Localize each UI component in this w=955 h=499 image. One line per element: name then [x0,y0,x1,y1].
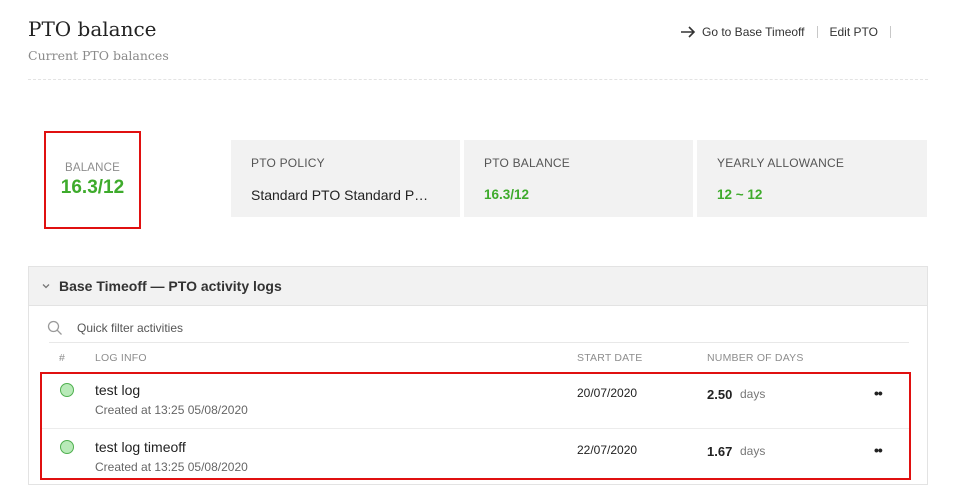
col-index: # [59,352,66,364]
pto-policy-value: Standard PTO Standard P… [251,187,429,203]
yearly-allowance-label: YEARLY ALLOWANCE [717,156,845,170]
status-dot [60,383,74,397]
log-days-unit: days [740,444,766,458]
more-options-icon[interactable]: •• [874,385,883,401]
pto-balance-value: 16.3/12 [484,187,530,202]
yearly-allowance-card: YEARLY ALLOWANCE 12 ~ 12 [697,140,927,217]
balance-label: BALANCE [64,161,121,174]
log-start-date: 20/07/2020 [577,386,638,400]
balance-value: 16.3/12 [60,176,125,198]
pto-policy-label: PTO POLICY [251,156,325,170]
header-divider [28,79,928,80]
log-days-value: 1.67 [707,444,733,459]
page-subtitle: Current PTO balances [28,48,169,63]
log-start-date: 22/07/2020 [577,443,638,457]
page-title: PTO balance [28,17,157,41]
col-log-info: LOG INFO [95,352,147,364]
chevron-down-icon [42,284,50,289]
go-to-base-timeoff-link[interactable]: Go to Base Timeoff [680,25,805,39]
log-created-at: Created at 13:25 05/08/2020 [95,460,248,474]
divider [889,26,891,38]
activity-logs-header[interactable]: Base Timeoff — PTO activity logs [29,267,927,306]
header-actions: Go to Base Timeoff Edit PTO [680,25,903,39]
pto-policy-card: PTO POLICY Standard PTO Standard P… [231,140,460,217]
pto-balance-label: PTO BALANCE [484,156,571,170]
log-created-at: Created at 13:25 05/08/2020 [95,403,248,417]
edit-pto-label: Edit PTO [829,25,878,39]
col-start-date: START DATE [577,352,643,364]
yearly-allowance-value: 12 ~ 12 [717,187,763,202]
log-rows: test log Created at 13:25 05/08/2020 20/… [40,372,911,480]
search-icon [47,320,62,335]
col-number-of-days: NUMBER OF DAYS [707,352,804,364]
status-dot [60,440,74,454]
table-row[interactable]: test log Created at 13:25 05/08/2020 20/… [42,374,909,426]
log-title: test log [95,382,141,398]
table-header: # LOG INFO START DATE NUMBER OF DAYS [49,342,909,372]
pto-balance-card: PTO BALANCE 16.3/12 [464,140,693,217]
divider [816,26,818,38]
more-options-icon[interactable]: •• [874,442,883,458]
go-to-base-timeoff-label: Go to Base Timeoff [702,25,805,39]
quick-filter-input[interactable] [77,321,677,335]
table-row[interactable]: test log timeoff Created at 13:25 05/08/… [42,428,909,480]
edit-pto-link[interactable]: Edit PTO [830,25,878,39]
log-title: test log timeoff [95,439,186,455]
quick-filter [47,313,907,343]
activity-logs-title: Base Timeoff — PTO activity logs [59,278,282,294]
log-days-unit: days [740,387,766,401]
log-days-value: 2.50 [707,387,733,402]
arrow-right-icon [681,26,696,38]
balance-summary: BALANCE 16.3/12 [44,131,141,229]
